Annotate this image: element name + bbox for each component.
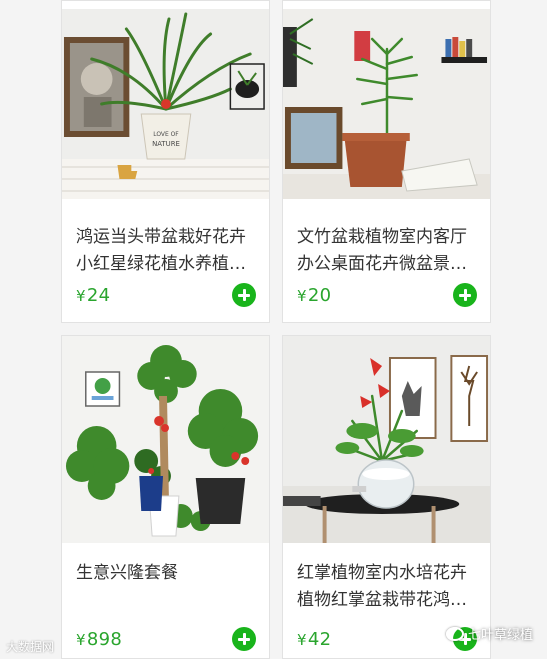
currency-symbol: ¥ [297, 286, 307, 305]
product-title[interactable]: 文竹盆栽植物室内客厅 办公桌面花卉微盆景… [283, 224, 490, 278]
product-title-line-1: 红掌植物室内水培花卉 [297, 563, 467, 583]
product-title-line-1: 文竹盆栽植物室内客厅 [297, 227, 467, 247]
watermark-right: 七叶草绿植 [445, 624, 533, 643]
product-card[interactable]: LOVE OF NATURE 鸿运当头带盆栽好花卉 小红星绿花植水养植… ¥24 [61, 0, 270, 323]
product-price: ¥24 [76, 285, 110, 306]
product-price: ¥898 [76, 629, 122, 650]
product-grid: LOVE OF NATURE 鸿运当头带盆栽好花卉 小红星绿花植水养植… ¥24 [0, 0, 547, 659]
product-title[interactable]: 红掌植物室内水培花卉 植物红掌盆栽带花鸿… [283, 560, 490, 614]
product-image[interactable]: LOVE OF NATURE [62, 9, 269, 199]
product-card[interactable]: 文竹盆栽植物室内客厅 办公桌面花卉微盆景… ¥20 [282, 0, 491, 323]
price-row: ¥24 [76, 282, 256, 308]
wechat-bubble-icon [445, 626, 464, 641]
product-title-line-2: 小红星绿花植水养植… [76, 254, 246, 274]
product-title[interactable]: 鸿运当头带盆栽好花卉 小红星绿花植水养植… [62, 224, 269, 278]
price-value: 898 [86, 628, 123, 650]
currency-symbol: ¥ [76, 630, 86, 649]
product-title-line-1: 鸿运当头带盆栽好花卉 [76, 227, 246, 247]
product-title-line-2: 办公桌面花卉微盆景… [297, 254, 467, 274]
product-price: ¥42 [297, 629, 331, 650]
price-row: ¥20 [297, 282, 477, 308]
watermark-right-label: 七叶草绿植 [467, 628, 533, 643]
price-value: 42 [307, 628, 332, 650]
add-to-cart-button[interactable] [453, 283, 477, 307]
product-image[interactable] [283, 9, 490, 199]
price-value: 24 [86, 284, 111, 306]
add-to-cart-button[interactable] [232, 283, 256, 307]
add-to-cart-button[interactable] [232, 627, 256, 651]
currency-symbol: ¥ [297, 630, 307, 649]
product-title-line-2: 植物红掌盆栽带花鸿… [297, 590, 467, 610]
watermark-left: 大数据网 [6, 640, 55, 654]
svg-text:NATURE: NATURE [152, 140, 180, 148]
product-title-line-1: 生意兴隆套餐 [76, 563, 178, 583]
product-title[interactable]: 生意兴隆套餐 [62, 560, 269, 614]
price-value: 20 [307, 284, 332, 306]
price-row: ¥898 [76, 626, 256, 652]
product-image[interactable] [283, 336, 490, 543]
product-price: ¥20 [297, 285, 331, 306]
svg-text:LOVE OF: LOVE OF [153, 131, 179, 138]
product-card[interactable]: 红掌植物室内水培花卉 植物红掌盆栽带花鸿… ¥42 [282, 335, 491, 659]
product-image[interactable] [62, 336, 269, 543]
currency-symbol: ¥ [76, 286, 86, 305]
product-card[interactable]: 生意兴隆套餐 ¥898 [61, 335, 270, 659]
